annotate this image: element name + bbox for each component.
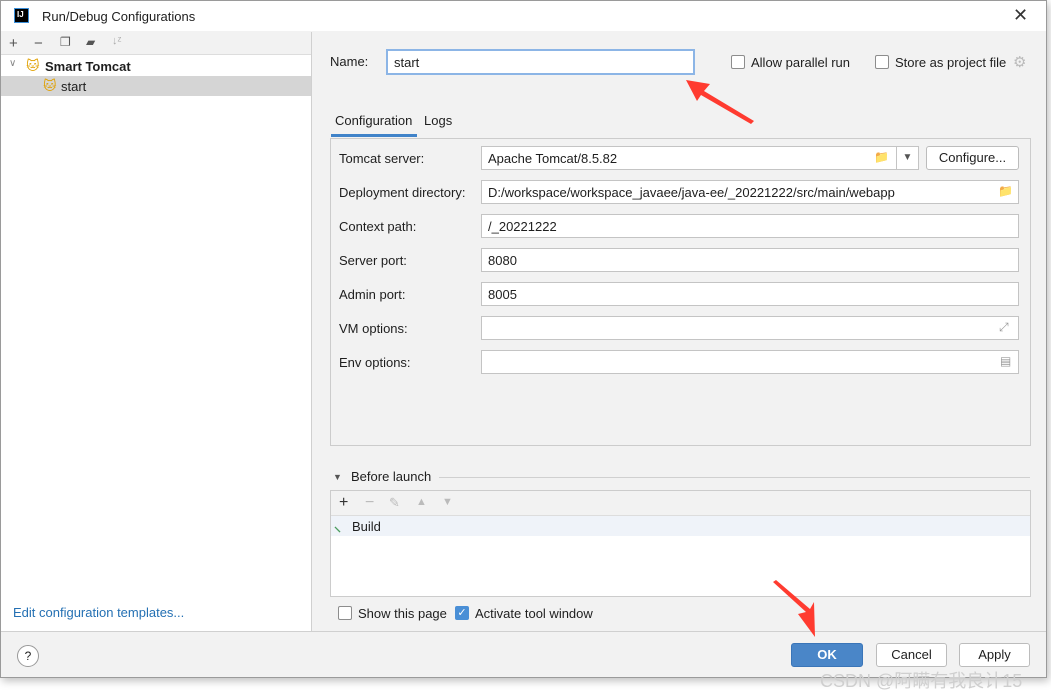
red-arrow-name (686, 80, 754, 124)
red-arrow-ok (773, 580, 815, 637)
annotation-arrows (686, 80, 815, 637)
watermark: CSDN @阿瞒有我良计15 (820, 671, 1023, 691)
